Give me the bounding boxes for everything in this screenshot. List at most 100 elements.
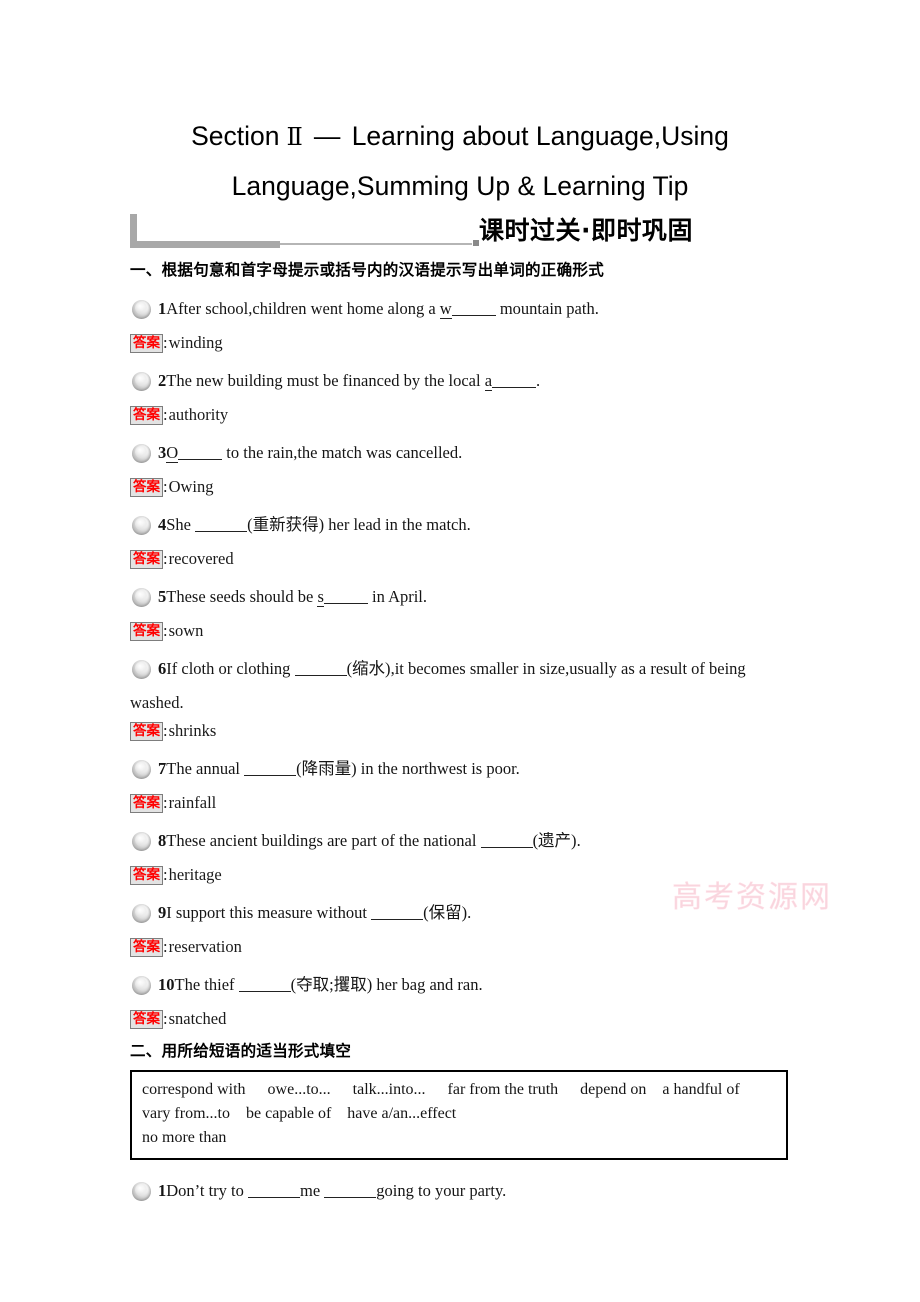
answer-blank[interactable]: [323, 588, 368, 604]
bullet-icon: [132, 516, 151, 535]
answer-badge: 答案: [130, 334, 163, 353]
question-text-after: .: [576, 831, 581, 850]
phrase-bank-line: correspond with owe...to... talk...into...…: [142, 1078, 776, 1102]
question-text-after: in the northwest is poor.: [356, 759, 520, 778]
answer-blank[interactable]: [248, 1182, 300, 1198]
question-hint-letter: O: [166, 443, 179, 463]
answer-separator: :: [163, 477, 168, 496]
phrase-item: owe...to...: [267, 1081, 331, 1098]
answer-blank[interactable]: [492, 372, 537, 388]
phrase-item: far from the truth: [447, 1081, 559, 1098]
answer-separator: :: [163, 333, 168, 352]
answer-text: reservation: [168, 937, 242, 956]
bullet-icon: [132, 904, 151, 923]
question-number: 2: [158, 371, 167, 390]
answer-separator: :: [163, 937, 168, 956]
answer-row: 答案:shrinks: [130, 720, 810, 742]
section-banner: 课时过关·即时巩固: [130, 214, 802, 258]
answer-blank[interactable]: [371, 904, 424, 920]
question-hint-letter: w: [439, 299, 452, 319]
question-hint-letter: a: [484, 371, 493, 391]
title-dash: —: [313, 121, 341, 151]
question-item: 9I support this measure without (保留).: [130, 900, 810, 926]
phrase-item: depend on: [580, 1081, 647, 1098]
bullet-icon: [132, 588, 151, 607]
section-heading-1: 一、根据句意和首字母提示或括号内的汉语提示写出单词的正确形式: [130, 261, 605, 279]
answer-row: 答案:rainfall: [130, 792, 810, 814]
phrase-item: correspond with: [142, 1081, 246, 1098]
answer-badge: 答案: [130, 622, 163, 641]
bullet-icon: [132, 372, 151, 391]
answer-blank[interactable]: [451, 300, 496, 316]
section-heading-2: 二、用所给短语的适当形式填空: [130, 1042, 352, 1060]
question-text-after: going to your party.: [376, 1181, 507, 1200]
question-continuation: washed.: [130, 693, 184, 712]
question-paren-hint: (保留): [423, 903, 468, 922]
answer-separator: :: [163, 721, 168, 740]
answer-badge: 答案: [130, 478, 163, 497]
question-text-before: I support this measure without: [166, 903, 372, 922]
question-text-before: These ancient buildings are part of the …: [166, 831, 481, 850]
question-text-before: The annual: [166, 759, 245, 778]
answer-text: Owing: [168, 477, 214, 496]
answer-blank[interactable]: [195, 516, 248, 532]
answer-text: authority: [168, 405, 229, 424]
question-text-before: If cloth or clothing: [166, 659, 295, 678]
question-text-after: .: [536, 371, 541, 390]
question-paren-hint: (夺取;攫取): [290, 975, 373, 994]
phrase-bank-box: correspond with owe...to... talk...into...…: [130, 1070, 788, 1160]
answer-badge: 答案: [130, 722, 163, 741]
banner-thin-line: [280, 243, 472, 245]
phrase-item: no more than: [142, 1129, 227, 1146]
phrase-item: vary from...to: [142, 1105, 230, 1122]
answer-row: 答案:authority: [130, 404, 810, 426]
answer-row: 答案:recovered: [130, 548, 810, 570]
answer-row: 答案:winding: [130, 332, 810, 354]
question-item: 7The annual (降雨量) in the northwest is po…: [130, 756, 810, 782]
question-text-after: .: [467, 903, 472, 922]
bullet-icon: [132, 760, 151, 779]
phrase-item: be capable of: [245, 1105, 332, 1122]
question-text-after: in April.: [367, 587, 428, 606]
question-number: 1: [158, 1181, 167, 1200]
answer-badge: 答案: [130, 866, 163, 885]
answer-badge: 答案: [130, 406, 163, 425]
title-rest: Learning about Language,Using: [351, 121, 729, 151]
answer-row: 答案:heritage: [130, 864, 810, 886]
answer-row: 答案:sown: [130, 620, 810, 642]
question-number: 4: [158, 515, 167, 534]
answer-badge: 答案: [130, 794, 163, 813]
question-text-before: The new building must be financed by the…: [166, 371, 485, 390]
answer-badge: 答案: [130, 938, 163, 957]
question-text-after: ,it becomes smaller in size,usually as a…: [390, 659, 746, 678]
question-item: 6If cloth or clothing (缩水),it becomes sm…: [130, 656, 810, 682]
question-text-before: She: [166, 515, 196, 534]
title-roman-numeral: Ⅱ: [286, 125, 303, 151]
answer-blank[interactable]: [238, 976, 291, 992]
bullet-icon: [132, 832, 151, 851]
title-prefix: Section: [191, 121, 280, 151]
phrase-bank-line: no more than: [142, 1126, 776, 1150]
answer-separator: :: [163, 793, 168, 812]
bullet-icon: [132, 660, 151, 679]
answer-text: sown: [168, 621, 204, 640]
question-text-middle: me: [300, 1181, 325, 1200]
answer-text: rainfall: [168, 793, 217, 812]
answer-text: recovered: [168, 549, 234, 568]
answer-blank[interactable]: [244, 760, 297, 776]
question-number: 6: [158, 659, 167, 678]
question-paren-hint: (遗产): [532, 831, 577, 850]
answer-blank-2[interactable]: [324, 1182, 377, 1198]
question-text-after: her bag and ran.: [372, 975, 483, 994]
banner-label: 课时过关·即时巩固: [479, 216, 693, 245]
answer-blank[interactable]: [480, 832, 533, 848]
question-number: 1: [158, 299, 167, 318]
question-text-after: her lead in the match.: [324, 515, 471, 534]
page-title: Section Ⅱ — Learning about Language,Using …: [118, 112, 802, 210]
answer-text: winding: [168, 333, 223, 352]
question-paren-hint: (降雨量): [296, 759, 357, 778]
answer-separator: :: [163, 621, 168, 640]
answer-blank[interactable]: [294, 660, 347, 676]
answer-blank[interactable]: [178, 444, 223, 460]
question-text-after: to the rain,the match was cancelled.: [222, 443, 463, 462]
